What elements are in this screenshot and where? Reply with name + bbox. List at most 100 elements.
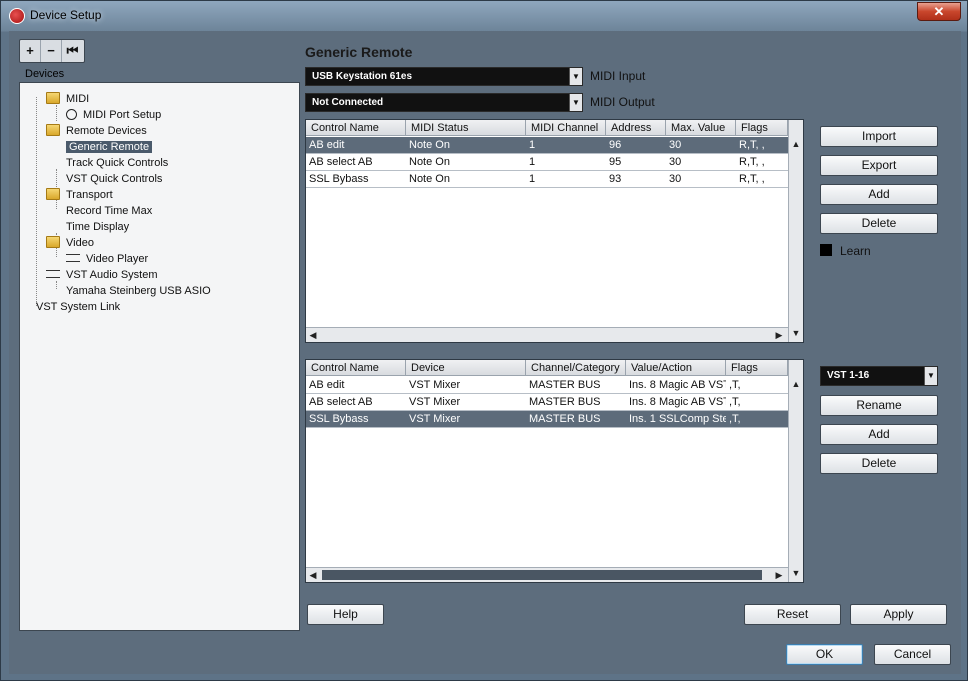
audio-icon	[46, 270, 60, 278]
tree-item-label: Generic Remote	[66, 141, 153, 153]
tree-item-vst-system-link[interactable]: VST System Link	[36, 299, 120, 315]
scroll-down-icon[interactable]: ▼	[789, 566, 803, 580]
controller-table-header-cell[interactable]: MIDI Status	[406, 120, 526, 136]
bank-table-cell: AB select AB	[309, 396, 373, 408]
add-bank-button[interactable]: Add	[820, 424, 938, 445]
controller-table-header-cell[interactable]: Address	[606, 120, 666, 136]
controller-table-cell: AB edit	[309, 139, 345, 151]
apply-button[interactable]: Apply	[850, 604, 947, 625]
bank-table-header-cell[interactable]: Control Name	[306, 360, 406, 376]
tree-item-vst-audio-system[interactable]: VST Audio System	[46, 267, 158, 283]
bank-table: Control Name Device Channel/Category Value/…	[305, 359, 804, 583]
cancel-button[interactable]: Cancel	[874, 644, 951, 665]
tree-item-midi[interactable]: MIDI	[46, 91, 89, 107]
import-button[interactable]: Import	[820, 126, 938, 147]
bank-table-hscroll[interactable]: ◀ ▶	[306, 567, 788, 582]
controller-table-header-cell[interactable]: MIDI Channel	[526, 120, 606, 136]
tree-item-label: Time Display	[66, 221, 130, 233]
controller-table-cell: R,T, ,	[739, 156, 765, 168]
rename-bank-button[interactable]: Rename	[820, 395, 938, 416]
bank-table-cell: MASTER BUS	[529, 379, 601, 391]
app-icon	[9, 8, 25, 24]
controller-table-hscroll[interactable]: ◀ ▶	[306, 327, 788, 342]
bank-table-header: Control Name Device Channel/Category Value/…	[306, 360, 788, 376]
learn-checkbox[interactable]	[820, 244, 832, 256]
tree-item-time-display[interactable]: Time Display	[66, 219, 129, 235]
tree-item-midi-port-setup[interactable]: MIDI Port Setup	[66, 107, 161, 123]
bank-table-header-cell[interactable]: Device	[406, 360, 526, 376]
scroll-right-icon[interactable]: ▶	[772, 568, 786, 582]
midi-output-dropdown[interactable]: Not Connected ▼	[305, 93, 583, 112]
scroll-up-icon[interactable]: ▲	[789, 137, 803, 151]
midi-output-label: MIDI Output	[590, 95, 655, 109]
tree-item-track-quick-controls[interactable]: Track Quick Controls	[66, 155, 168, 171]
tree-item-transport[interactable]: Transport	[46, 187, 113, 203]
bank-table-cell: AB edit	[309, 379, 345, 391]
title-bar: Device Setup ✕	[1, 1, 967, 31]
help-button[interactable]: Help	[307, 604, 384, 625]
chevron-down-icon: ▼	[569, 68, 582, 85]
delete-control-button[interactable]: Delete	[820, 213, 938, 234]
controller-table-cell: R,T, ,	[739, 173, 765, 185]
close-button[interactable]: ✕	[917, 2, 961, 21]
folder-icon	[46, 236, 60, 248]
bank-table-cell: VST Mixer	[409, 379, 461, 391]
scroll-left-icon[interactable]: ◀	[306, 328, 320, 342]
bank-table-header-cell[interactable]: Flags	[726, 360, 788, 376]
scroll-left-icon[interactable]: ◀	[306, 568, 320, 582]
expand-all-button[interactable]: +	[20, 40, 41, 62]
tree-item-label: VST System Link	[36, 301, 121, 313]
bank-dropdown[interactable]: VST 1-16 ▼	[820, 366, 938, 386]
tree-item-label: Track Quick Controls	[66, 157, 169, 169]
tree-item-remote-devices[interactable]: Remote Devices	[46, 123, 147, 139]
midi-input-dropdown[interactable]: USB Keystation 61es ▼	[305, 67, 583, 86]
port-icon	[66, 109, 77, 120]
bank-table-cell: Ins. 8 Magic AB VST	[629, 379, 726, 391]
controller-table: Control Name MIDI Status MIDI Channel Addre…	[305, 119, 804, 343]
controller-table-cell: Note On	[409, 173, 450, 185]
controller-table-header-cell[interactable]: Control Name	[306, 120, 406, 136]
bank-table-cell: MASTER BUS	[529, 413, 601, 425]
devices-label: Devices	[25, 68, 65, 80]
tree-item-record-time-max[interactable]: Record Time Max	[66, 203, 152, 219]
add-control-button[interactable]: Add	[820, 184, 938, 205]
scroll-up-icon[interactable]: ▲	[789, 377, 803, 391]
scroll-thumb[interactable]	[322, 570, 762, 580]
controller-table-row[interactable]: AB edit Note On 1 96 30 R,T, ,	[306, 137, 788, 154]
bank-table-vscroll[interactable]: ▲ ▼	[788, 360, 803, 582]
controller-table-header-cell[interactable]: Max. Value	[666, 120, 736, 136]
learn-label: Learn	[840, 244, 871, 258]
ok-button[interactable]: OK	[786, 644, 863, 665]
tree-item-generic-remote[interactable]: Generic Remote	[66, 139, 153, 155]
scroll-right-icon[interactable]: ▶	[772, 328, 786, 342]
controller-table-row[interactable]: AB select AB Note On 1 95 30 R,T, ,	[306, 154, 788, 171]
reset-device-button[interactable]: ⏮	[62, 40, 83, 62]
bank-table-row[interactable]: SSL Bybass VST Mixer MASTER BUS Ins. 1 SSLC…	[306, 411, 788, 428]
reset-button[interactable]: Reset	[744, 604, 841, 625]
tree-item-label: VST Audio System	[66, 269, 158, 281]
tree-item-video-player[interactable]: Video Player	[66, 251, 148, 267]
controller-table-header-cell[interactable]: Flags	[736, 120, 788, 136]
bank-table-header-cell[interactable]: Value/Action	[626, 360, 726, 376]
tree-item-vst-quick-controls[interactable]: VST Quick Controls	[66, 171, 162, 187]
scroll-down-icon[interactable]: ▼	[789, 326, 803, 340]
controller-table-vscroll[interactable]: ▲ ▼	[788, 120, 803, 342]
folder-icon	[46, 188, 60, 200]
bank-table-header-cell[interactable]: Channel/Category	[526, 360, 626, 376]
video-icon	[66, 254, 80, 262]
tree-item-yamaha-steinberg-usb-asio[interactable]: Yamaha Steinberg USB ASIO	[66, 283, 211, 299]
bank-table-row[interactable]: AB select AB VST Mixer MASTER BUS Ins. 8 Ma…	[306, 394, 788, 411]
bank-table-cell: SSL Bybass	[309, 413, 369, 425]
bank-table-cell: MASTER BUS	[529, 396, 601, 408]
bank-table-row[interactable]: AB edit VST Mixer MASTER BUS Ins. 8 Magic A…	[306, 377, 788, 394]
collapse-all-button[interactable]: −	[41, 40, 62, 62]
controller-table-cell: 96	[609, 139, 622, 151]
delete-bank-button[interactable]: Delete	[820, 453, 938, 474]
export-button[interactable]: Export	[820, 155, 938, 176]
tree-toolbar: + − ⏮	[19, 39, 85, 63]
tree-item-video[interactable]: Video	[46, 235, 94, 251]
bank-table-cell: VST Mixer	[409, 413, 461, 425]
controller-table-cell: SSL Bybass	[309, 173, 369, 185]
controller-table-row[interactable]: SSL Bybass Note On 1 93 30 R,T, ,	[306, 171, 788, 188]
tree-item-label: Transport	[66, 189, 113, 201]
